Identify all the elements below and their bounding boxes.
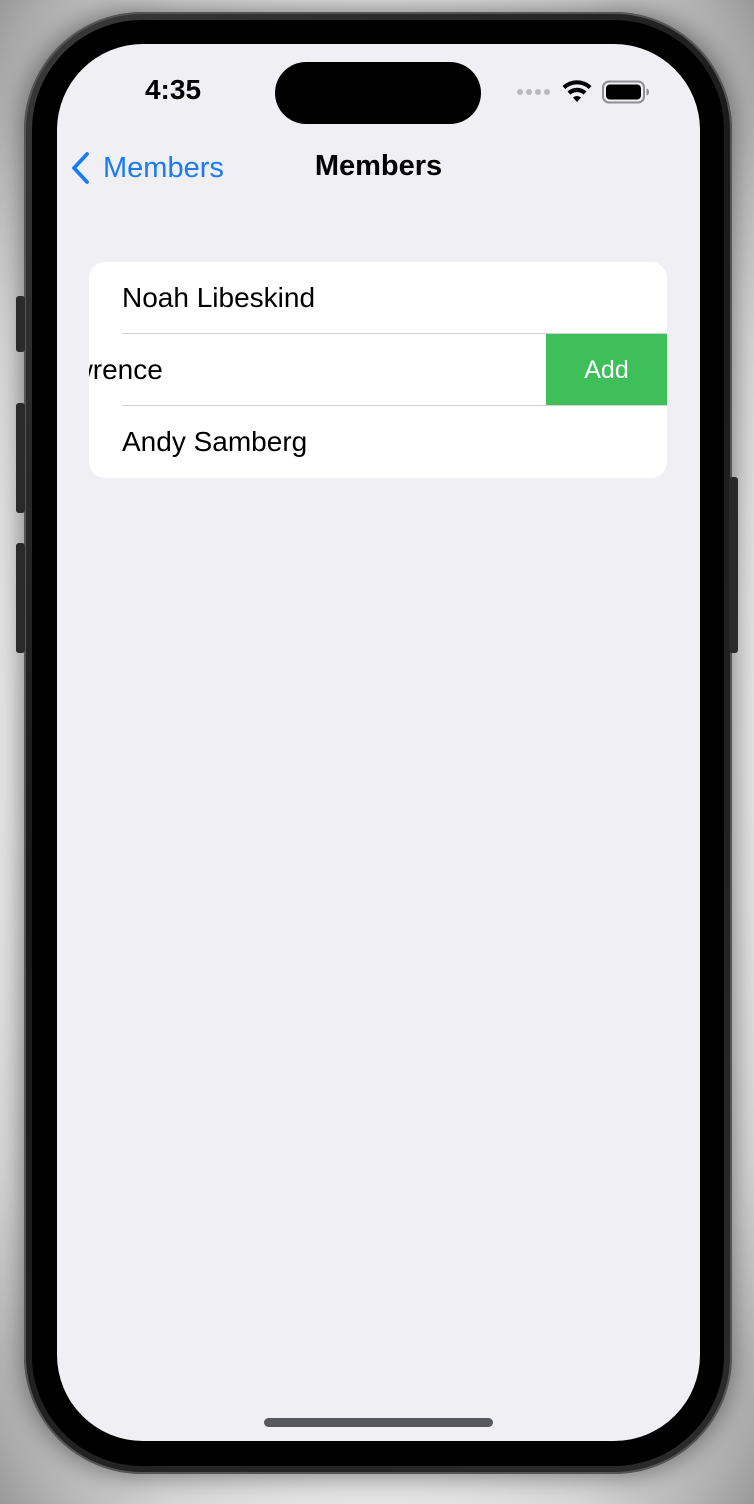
device-frame: 4:35 Members Members Noah Libeskind renc…	[0, 0, 754, 1504]
volume-up-button	[16, 403, 25, 513]
dynamic-island	[275, 62, 481, 124]
member-name: Jennifer Lawrence	[89, 354, 163, 385]
volume-down-button	[16, 543, 25, 653]
signal-dots-icon	[517, 89, 550, 95]
power-button	[729, 477, 738, 653]
list-item[interactable]: Andy Samberg	[89, 406, 667, 478]
battery-icon	[602, 80, 649, 104]
action-button	[16, 296, 25, 352]
home-indicator[interactable]	[264, 1418, 493, 1427]
screen: 4:35 Members Members Noah Libeskind renc…	[57, 44, 700, 1441]
list-item[interactable]: Noah Libeskind	[89, 262, 667, 334]
member-name: Andy Samberg	[122, 426, 308, 457]
add-swipe-button[interactable]: Add	[546, 334, 667, 406]
page-title: Members	[314, 150, 443, 182]
members-list: Noah Libeskind Jennifer Lawrence Add And…	[89, 262, 667, 478]
status-indicators	[517, 78, 650, 106]
member-name: Noah Libeskind	[122, 282, 316, 313]
wifi-icon	[562, 80, 592, 102]
status-time: 4:35	[144, 74, 202, 105]
